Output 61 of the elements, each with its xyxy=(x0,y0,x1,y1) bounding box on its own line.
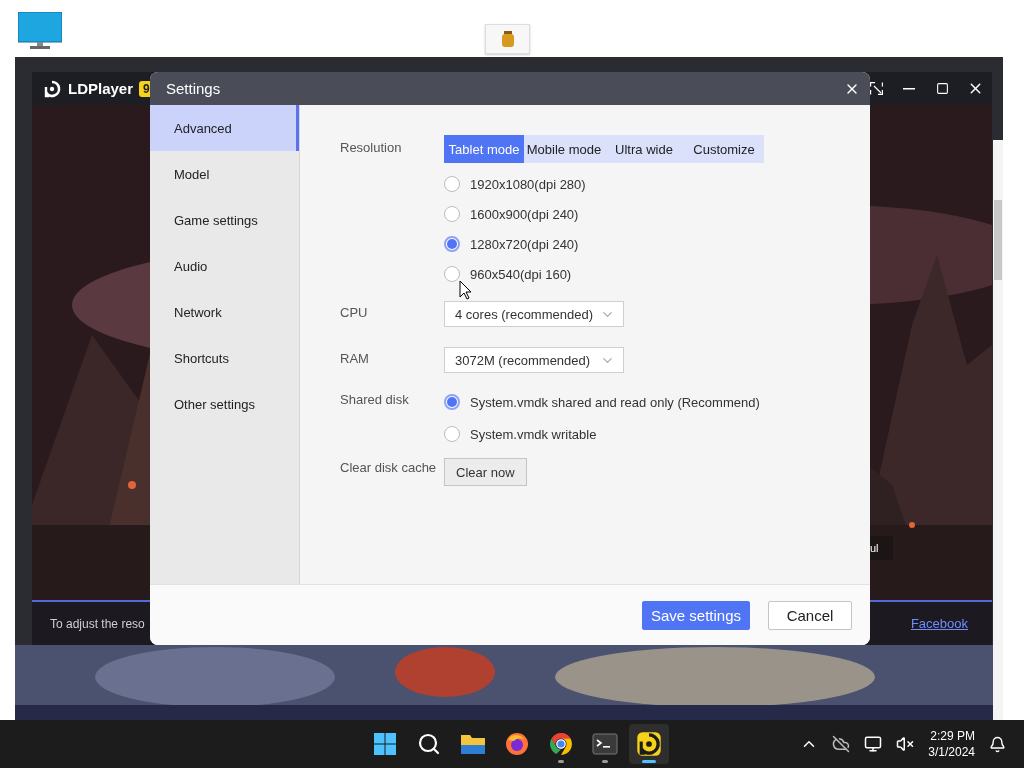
firefox-icon xyxy=(505,732,529,756)
search-icon xyxy=(417,732,441,756)
radio-button[interactable] xyxy=(444,206,460,222)
cloud-off-icon[interactable] xyxy=(832,735,851,753)
mode-tab[interactable]: Mobile mode xyxy=(524,135,604,163)
overlay-text: ul xyxy=(870,536,893,560)
radio-button[interactable] xyxy=(444,394,460,410)
sidebar-item[interactable]: Game settings xyxy=(150,197,299,243)
app-tile[interactable] xyxy=(485,24,530,54)
ldplayer-logo-icon xyxy=(636,731,662,757)
minimize-icon xyxy=(903,87,915,90)
taskbar-app[interactable] xyxy=(629,724,669,764)
radio-button[interactable] xyxy=(444,426,460,442)
clock-date: 3/1/2024 xyxy=(928,744,975,760)
ldplayer-logo-icon xyxy=(42,78,62,99)
notification-icon[interactable] xyxy=(989,735,1006,753)
field-label: CPU xyxy=(340,304,369,320)
windows-start-icon xyxy=(373,732,397,756)
facebook-link[interactable]: Facebook xyxy=(910,616,968,631)
sidebar-item[interactable]: Model xyxy=(150,151,299,197)
mode-tab[interactable]: Tablet mode xyxy=(444,135,524,163)
scrollbar[interactable] xyxy=(993,140,1003,720)
network-icon[interactable] xyxy=(864,735,883,753)
sidebar-item[interactable]: Network xyxy=(150,289,299,335)
clear-now-button[interactable]: Clear now xyxy=(444,458,527,486)
radio-button[interactable] xyxy=(444,236,460,252)
sidebar-item[interactable]: Audio xyxy=(150,243,299,289)
clock-time: 2:29 PM xyxy=(930,728,975,744)
mode-tab[interactable]: Customize xyxy=(684,135,764,163)
radio-label: 1600x900(dpi 240) xyxy=(470,206,579,222)
field-label: Resolution xyxy=(340,139,403,155)
field-label: RAM xyxy=(340,350,370,366)
sidebar-item[interactable]: Advanced xyxy=(150,105,299,151)
field-label: Shared disk xyxy=(340,391,410,407)
radio-button[interactable] xyxy=(444,176,460,192)
resize-icon xyxy=(869,82,883,95)
terminal-icon xyxy=(592,733,618,755)
ram-select[interactable]: 3072M (recommended) xyxy=(444,347,624,373)
sidebar-item[interactable]: Other settings xyxy=(150,381,299,427)
radio-label: System.vmdk writable xyxy=(470,426,597,442)
field-label: Clear disk cache xyxy=(340,459,438,475)
save-button[interactable]: Save settings xyxy=(641,600,750,630)
dialog-title: Settings xyxy=(166,80,221,97)
volume-muted-icon[interactable] xyxy=(896,735,915,753)
notice-text: To adjust the reso xyxy=(50,616,145,631)
cancel-button[interactable]: Cancel xyxy=(768,600,852,630)
app-title: LDPlayer xyxy=(68,80,134,97)
sidebar-item[interactable]: Shortcuts xyxy=(150,335,299,381)
mode-tab[interactable]: Ultra wide xyxy=(604,135,684,163)
folder-icon xyxy=(460,733,486,755)
radio-button[interactable] xyxy=(444,266,460,282)
radio-label: 960x540(dpi 160) xyxy=(470,266,572,282)
cpu-select[interactable]: 4 cores (recommended) xyxy=(444,301,624,327)
computer-icon[interactable] xyxy=(18,12,62,50)
radio-label: System.vmdk shared and read only (Recommend) xyxy=(470,394,760,410)
mouse-cursor-icon xyxy=(459,280,472,300)
chrome-icon xyxy=(549,732,573,756)
jar-icon xyxy=(501,31,514,47)
radio-label: 1920x1080(dpi 280) xyxy=(470,176,586,192)
maximize-icon xyxy=(935,82,949,95)
radio-label: 1280x720(dpi 240) xyxy=(470,236,579,252)
